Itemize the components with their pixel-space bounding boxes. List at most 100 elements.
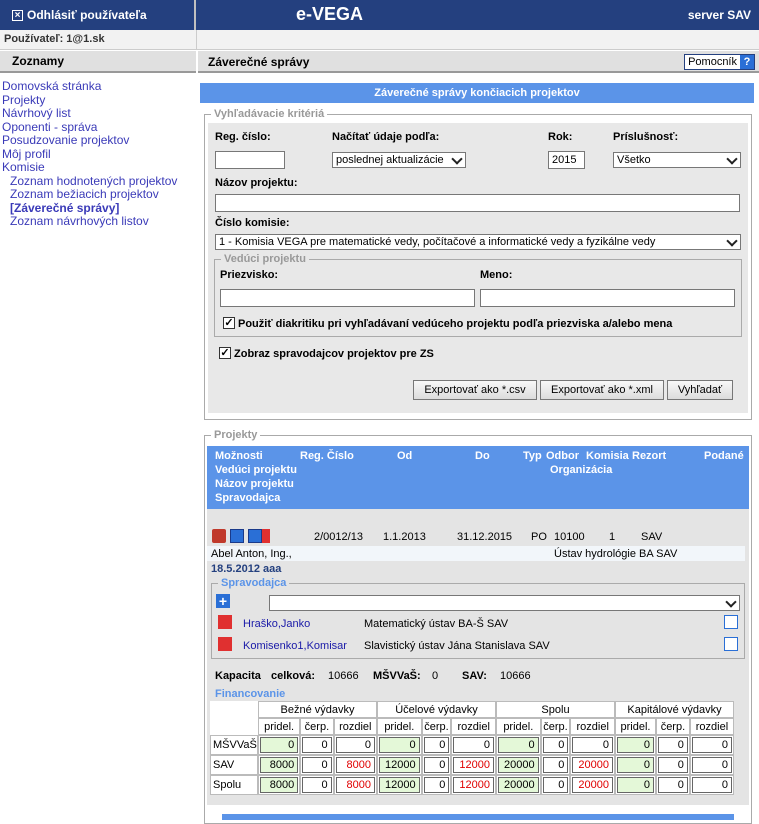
finance-subcol: pridel. [258,718,301,735]
finance-cell[interactable]: 0 [260,737,299,753]
col-from: Od [397,450,413,462]
project-to: 31.12.2015 [457,531,513,543]
note-icon[interactable] [724,637,738,651]
finance-cell[interactable]: 20000 [498,757,539,773]
finance-cell[interactable]: 0 [542,737,569,753]
logout-button[interactable]: × Odhlásiť používateľa [0,0,196,30]
finance-cell[interactable]: 0 [657,757,688,773]
col-organization: Organizácia [550,464,613,476]
close-icon: × [12,9,23,21]
export-xml-button[interactable]: Exportovať ako *.xml [540,380,664,400]
nav-final-reports[interactable]: [Záverečné správy] [2,201,194,216]
remove-reporter-icon[interactable] [218,615,232,629]
help-icon: ? [740,55,754,69]
finance-cell[interactable]: 0 [542,757,569,773]
finance-cell[interactable]: 8000 [260,777,299,793]
finance-cell[interactable]: 12000 [379,757,420,773]
add-icon[interactable]: + [216,594,230,608]
delete-icon[interactable] [262,529,270,543]
divider [196,30,197,50]
finance-cell[interactable]: 12000 [453,777,494,793]
book-icon[interactable] [212,529,226,543]
project-name-input[interactable] [215,194,740,212]
finance-cell[interactable]: 0 [617,777,654,793]
col-department: Rezort [632,450,667,462]
load-by-select[interactable]: poslednej aktualizácie [332,152,466,168]
finance-cell[interactable]: 0 [423,737,450,753]
committee-select[interactable]: 1 - Komisia VEGA pre matematické vedy, p… [215,234,741,250]
finance-cell[interactable]: 0 [302,737,332,753]
help-label: Pomocník [688,56,737,68]
belong-label: Príslušnosť: [613,131,679,143]
show-reporters-checkbox[interactable]: ✓ [219,347,231,359]
finance-cell[interactable]: 0 [335,737,375,753]
finance-cell[interactable]: 20000 [498,777,539,793]
nav-evaluated-projects[interactable]: Zoznam hodnotených projektov [2,174,194,189]
reporter-select[interactable] [269,595,740,611]
finance-subcol: pridel. [496,718,541,735]
year-label: Rok: [548,131,573,143]
app-title: e-VEGA [296,4,364,24]
note-icon[interactable] [724,615,738,629]
nav-projects[interactable]: Projekty [2,93,194,108]
finance-cell[interactable]: 0 [423,757,450,773]
diacritics-label: Použiť diakritiku pri vyhľadávaní vedúce… [238,318,673,330]
finance-cell[interactable]: 0 [691,737,732,753]
finance-subcol: rozdiel [689,718,734,735]
nav-my-profile[interactable]: Môj profil [2,147,194,162]
nav-project-review[interactable]: Posudzovanie projektov [2,133,194,148]
finance-cell[interactable]: 20000 [572,777,613,793]
reporter-link[interactable]: Hraško,Janko [243,618,310,630]
finance-cell[interactable]: 0 [379,737,420,753]
project-leader: Abel Anton, Ing., [211,548,292,560]
diacritics-checkbox[interactable]: ✓ [223,317,235,329]
reporter-link[interactable]: Komisenko1,Komisar [243,640,347,652]
finance-cell[interactable]: 0 [691,757,732,773]
col-options: Možnosti [215,450,263,462]
finance-cell[interactable]: 12000 [379,777,420,793]
search-button[interactable]: Vyhľadať [667,380,733,400]
finance-cell[interactable]: 0 [617,737,654,753]
chevron-down-icon [726,235,738,247]
nav-home[interactable]: Domovská stránka [2,79,194,94]
remove-reporter-icon[interactable] [218,637,232,651]
surname-input[interactable] [220,289,475,307]
finance-cell[interactable]: 0 [453,737,494,753]
nav-opponents-report[interactable]: Oponenti - správa [2,120,194,135]
table-row: MŠVVaŠ 0 0 0 0 0 0 0 0 0 0 0 0 [210,735,734,755]
project-leader-legend: Vedúci projektu [224,253,306,265]
help-button[interactable]: Pomocník ? [684,54,755,70]
project-name-label: Názov projektu: [215,177,298,189]
finance-cell[interactable]: 0 [302,757,332,773]
finance-subcol: rozdiel [451,718,496,735]
report-icon[interactable] [248,529,262,543]
finance-cell[interactable]: 20000 [572,757,613,773]
finance-cell[interactable]: 0 [657,737,688,753]
export-csv-button[interactable]: Exportovať ako *.csv [413,380,537,400]
finance-cell[interactable]: 0 [498,737,539,753]
finance-cell[interactable]: 8000 [335,757,375,773]
capacity-sav-value: 10666 [500,670,531,682]
edit-person-icon[interactable] [230,529,244,543]
col-type: Typ [523,450,542,462]
nav-running-projects[interactable]: Zoznam bežiacich projektov [2,187,194,202]
firstname-input[interactable] [480,289,735,307]
reg-number-input[interactable] [215,151,285,169]
finance-cell[interactable]: 0 [302,777,332,793]
finance-cell[interactable]: 8000 [260,757,299,773]
finance-cell[interactable]: 0 [542,777,569,793]
finance-cell[interactable]: 0 [423,777,450,793]
nav-proposal-sheet[interactable]: Návrhový list [2,106,194,121]
belong-select[interactable]: Všetko [613,152,741,168]
col-committee: Komisia [586,450,629,462]
finance-cell[interactable]: 12000 [453,757,494,773]
finance-cell[interactable]: 0 [617,757,654,773]
finance-cell[interactable]: 8000 [335,777,375,793]
nav-proposal-sheets-list[interactable]: Zoznam návrhových listov [2,214,194,229]
year-input[interactable] [548,151,585,169]
finance-cell[interactable]: 0 [572,737,613,753]
nav-committees[interactable]: Komisie [2,160,194,175]
finance-cell[interactable]: 0 [691,777,732,793]
project-department: SAV [641,531,663,543]
finance-cell[interactable]: 0 [657,777,688,793]
